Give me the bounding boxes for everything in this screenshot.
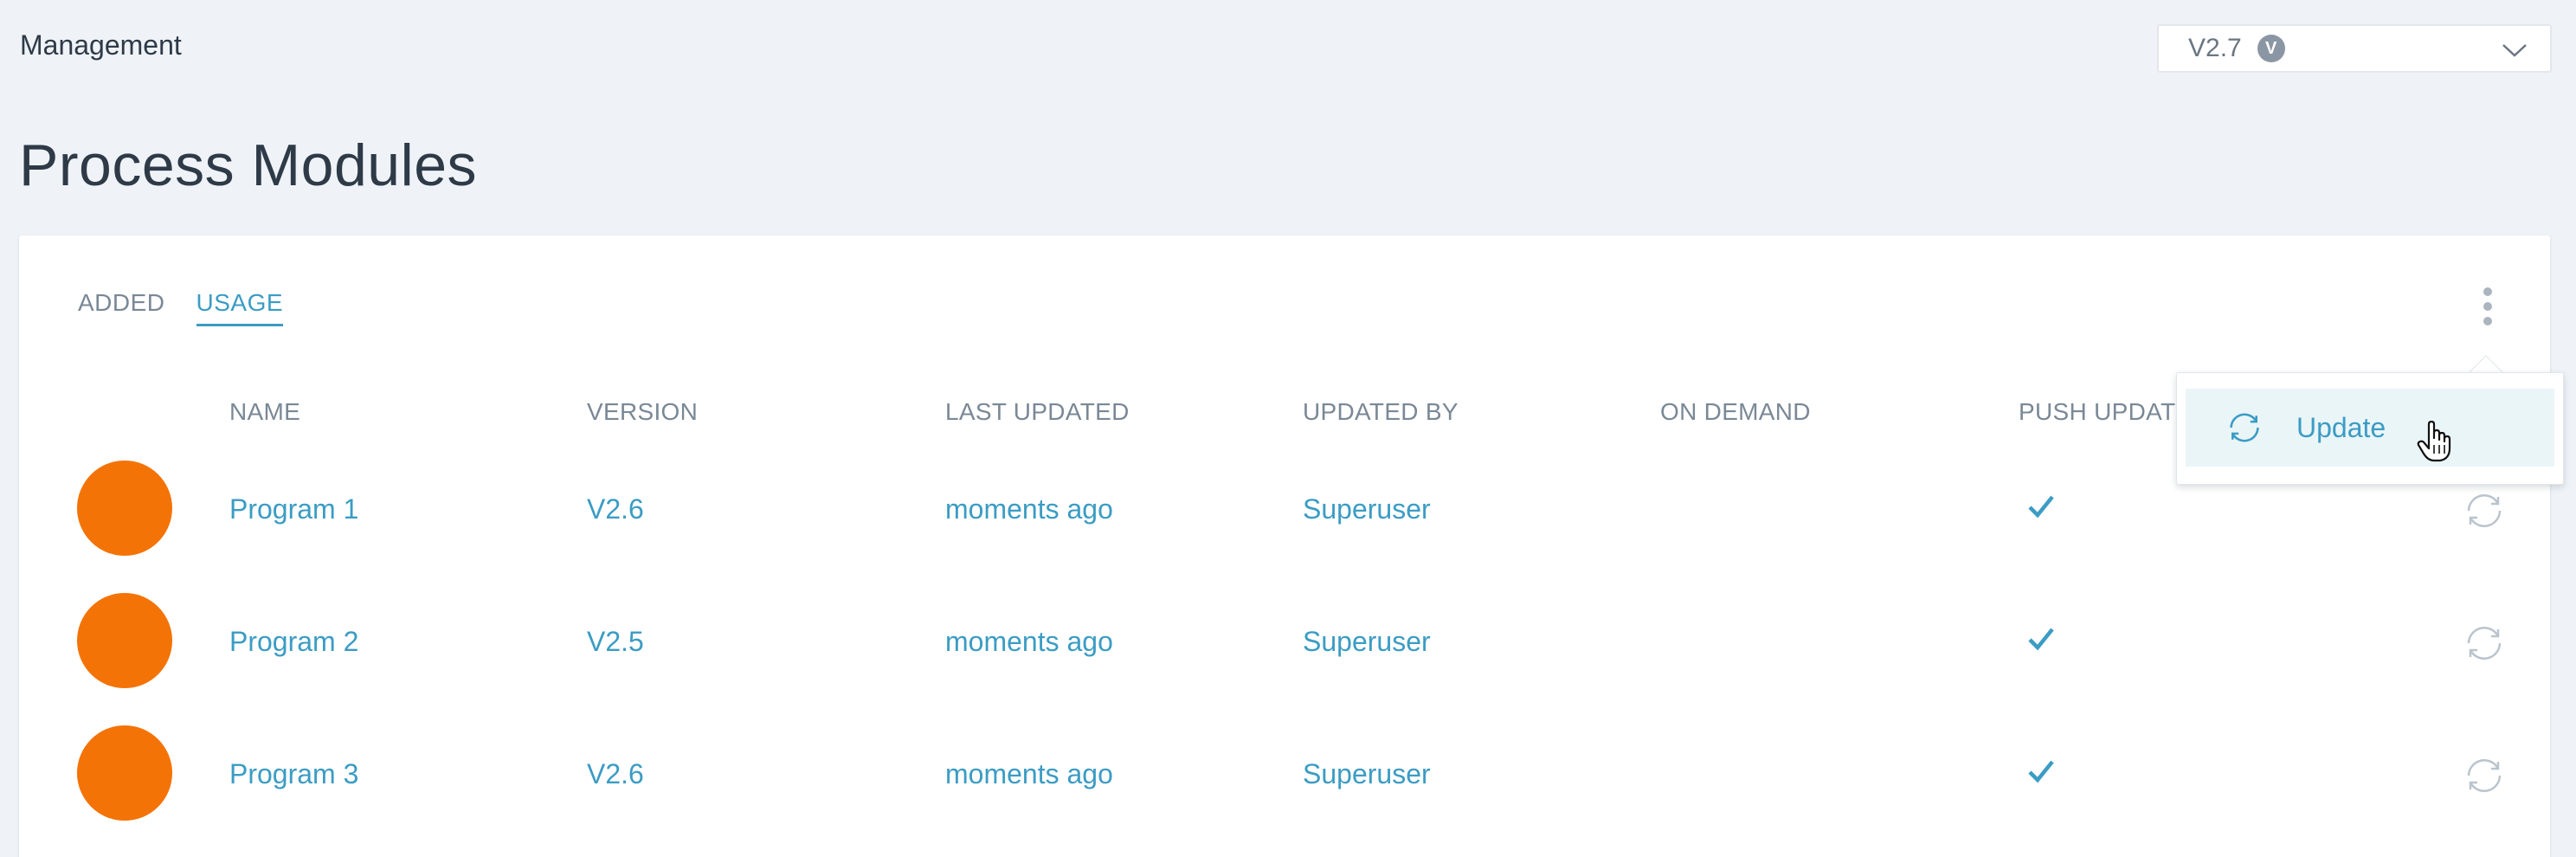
breadcrumb: Management: [20, 29, 182, 61]
row-name-link[interactable]: Program 3: [229, 758, 358, 790]
row-last-updated[interactable]: moments ago: [945, 758, 1113, 790]
sync-icon[interactable]: [2460, 486, 2508, 539]
chevron-down-icon: [2502, 38, 2528, 69]
tab-added[interactable]: ADDED: [78, 289, 165, 326]
actions-dropdown-menu: Update: [2176, 372, 2564, 485]
avatar: [77, 725, 172, 821]
row-name-link[interactable]: Program 2: [229, 626, 358, 658]
tab-bar: ADDED USAGE: [78, 289, 284, 326]
column-header-updated-by: UPDATED BY: [1303, 398, 1459, 425]
column-header-on-demand: ON DEMAND: [1660, 398, 1811, 425]
row-last-updated[interactable]: moments ago: [945, 626, 1113, 658]
version-badge: V: [2257, 35, 2285, 62]
row-updated-by-link[interactable]: Superuser: [1303, 626, 1431, 658]
column-header-name: NAME: [229, 398, 301, 425]
table-row[interactable]: Program 3 V2.6 moments ago Superuser: [19, 725, 2550, 855]
checkmark-icon: [2027, 626, 2055, 656]
sync-icon: [2224, 407, 2265, 448]
column-header-push-update: PUSH UPDATE: [2019, 398, 2193, 425]
column-header-last-updated: LAST UPDATED: [945, 398, 1130, 425]
checkmark-icon: [2027, 758, 2055, 789]
row-version-link[interactable]: V2.6: [587, 493, 644, 525]
page-title: Process Modules: [19, 132, 478, 198]
sync-icon[interactable]: [2460, 751, 2508, 804]
tab-usage[interactable]: USAGE: [196, 289, 284, 326]
table-row[interactable]: Program 2 V2.5 moments ago Superuser: [19, 593, 2550, 723]
version-select[interactable]: V2.7 V: [2157, 24, 2552, 73]
column-header-version: VERSION: [587, 398, 699, 425]
hand-pointer-cursor-icon: [2417, 420, 2451, 467]
menu-item-update[interactable]: Update: [2186, 389, 2554, 467]
checkmark-icon: [2027, 493, 2055, 524]
row-updated-by-link[interactable]: Superuser: [1303, 758, 1431, 790]
menu-item-label: Update: [2296, 411, 2386, 443]
row-updated-by-link[interactable]: Superuser: [1303, 493, 1431, 525]
avatar: [77, 593, 172, 688]
avatar: [77, 461, 172, 556]
row-last-updated[interactable]: moments ago: [945, 493, 1113, 525]
more-options-icon[interactable]: [2479, 287, 2496, 331]
sync-icon[interactable]: [2460, 619, 2508, 672]
modules-card: ADDED USAGE NAME VERSION LAST UPDATED UP…: [19, 235, 2550, 857]
row-name-link[interactable]: Program 1: [229, 493, 358, 525]
version-select-value: V2.7: [2188, 34, 2242, 62]
row-version-link[interactable]: V2.6: [587, 758, 644, 790]
row-version-link[interactable]: V2.5: [587, 626, 644, 658]
table-row[interactable]: Program 1 V2.6 moments ago Superuser: [19, 461, 2550, 590]
